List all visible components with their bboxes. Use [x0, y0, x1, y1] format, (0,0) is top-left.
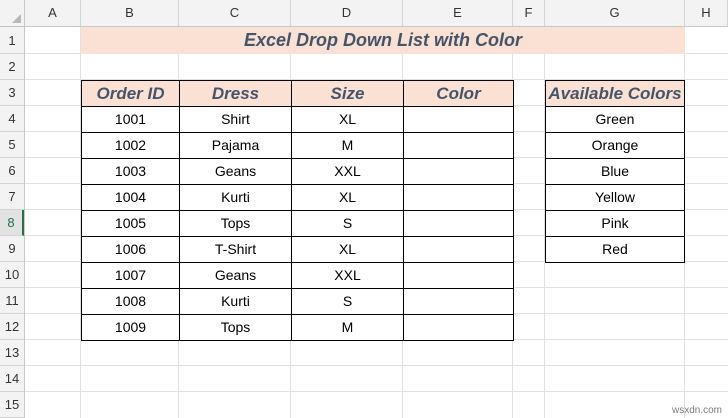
- cell-size[interactable]: XXL: [291, 158, 404, 185]
- cell-dress[interactable]: T-Shirt: [179, 236, 292, 263]
- select-all-icon: [12, 14, 21, 23]
- row-header-14[interactable]: 14: [0, 366, 24, 392]
- row-header-10[interactable]: 10: [0, 262, 24, 288]
- cell-available-color[interactable]: Red: [545, 236, 685, 263]
- cell-size[interactable]: S: [291, 288, 404, 315]
- column-header-d[interactable]: D: [291, 0, 403, 26]
- cell-available-color[interactable]: Blue: [545, 158, 685, 185]
- cell-size[interactable]: XXL: [291, 262, 404, 289]
- row-header-2[interactable]: 2: [0, 54, 24, 80]
- row-header-11[interactable]: 11: [0, 288, 24, 314]
- column-header-f[interactable]: F: [513, 0, 545, 26]
- cell-order-id[interactable]: 1009: [81, 314, 180, 341]
- spreadsheet: ABCDEFGH 1 2 3 4 5 6 7 8 9 10 11 12 13 14 15 Excel Dro…: [0, 0, 728, 418]
- cell-dress[interactable]: Pajama: [179, 132, 292, 159]
- cell-color[interactable]: [403, 158, 514, 185]
- sheet-title: Excel Drop Down List with Color: [243, 30, 522, 50]
- cell-color[interactable]: [403, 210, 514, 237]
- gridline-horizontal: [25, 391, 728, 392]
- column-header-b[interactable]: B: [81, 0, 179, 26]
- column-header-e[interactable]: E: [403, 0, 513, 26]
- cell-size[interactable]: XL: [291, 236, 404, 263]
- cell-order-id[interactable]: 1006: [81, 236, 180, 263]
- cell-available-color[interactable]: Green: [545, 106, 685, 133]
- cell-available-color[interactable]: Orange: [545, 132, 685, 159]
- cell-dress[interactable]: Geans: [179, 262, 292, 289]
- cell-color[interactable]: [403, 262, 514, 289]
- cell-size[interactable]: XL: [291, 184, 404, 211]
- row-header-3[interactable]: 3: [0, 80, 24, 106]
- header-size: Size: [291, 80, 404, 107]
- row-header-6[interactable]: 6: [0, 158, 24, 184]
- cell-order-id[interactable]: 1005: [81, 210, 180, 237]
- column-header-h[interactable]: H: [685, 0, 728, 26]
- row-header-5[interactable]: 5: [0, 132, 24, 158]
- cell-color[interactable]: [403, 288, 514, 315]
- cell-dress[interactable]: Kurti: [179, 184, 292, 211]
- cell-dress[interactable]: Tops: [179, 210, 292, 237]
- cell-dress[interactable]: Geans: [179, 158, 292, 185]
- cell-order-id[interactable]: 1007: [81, 262, 180, 289]
- row-header-8[interactable]: 8: [0, 210, 24, 236]
- cell-order-id[interactable]: 1004: [81, 184, 180, 211]
- header-order-id: Order ID: [81, 80, 180, 107]
- header-color: Color: [403, 80, 514, 107]
- cell-size[interactable]: M: [291, 132, 404, 159]
- cell-order-id[interactable]: 1003: [81, 158, 180, 185]
- cell-dress[interactable]: Kurti: [179, 288, 292, 315]
- watermark: wsxdn.com: [671, 405, 722, 416]
- cell-size[interactable]: S: [291, 210, 404, 237]
- header-available-colors: Available Colors: [545, 80, 685, 107]
- cell-order-id[interactable]: 1001: [81, 106, 180, 133]
- row-header-7[interactable]: 7: [0, 184, 24, 210]
- row-header-bar: 1 2 3 4 5 6 7 8 9 10 11 12 13 14 15: [0, 27, 25, 418]
- cell-color[interactable]: [403, 236, 514, 263]
- select-all-corner[interactable]: [0, 0, 25, 26]
- cell-size[interactable]: M: [291, 314, 404, 341]
- cell-dress[interactable]: Shirt: [179, 106, 292, 133]
- column-header-g[interactable]: G: [545, 0, 685, 26]
- cell-dress[interactable]: Tops: [179, 314, 292, 341]
- cell-color[interactable]: [403, 132, 514, 159]
- header-dress: Dress: [179, 80, 292, 107]
- column-header-a[interactable]: A: [25, 0, 81, 26]
- row-header-15[interactable]: 15: [0, 392, 24, 418]
- row-header-12[interactable]: 12: [0, 314, 24, 340]
- cell-available-color[interactable]: Yellow: [545, 184, 685, 211]
- cell-color[interactable]: [403, 314, 514, 341]
- cell-order-id[interactable]: 1002: [81, 132, 180, 159]
- cell-size[interactable]: XL: [291, 106, 404, 133]
- row-header-9[interactable]: 9: [0, 236, 24, 262]
- cell-color[interactable]: [403, 184, 514, 211]
- column-header-bar: ABCDEFGH: [0, 0, 728, 27]
- gridline-horizontal: [25, 365, 728, 366]
- row-header-4[interactable]: 4: [0, 106, 24, 132]
- column-header-c[interactable]: C: [179, 0, 291, 26]
- cell-color[interactable]: [403, 106, 514, 133]
- row-header-13[interactable]: 13: [0, 340, 24, 366]
- row-header-1[interactable]: 1: [0, 27, 24, 54]
- cell-order-id[interactable]: 1008: [81, 288, 180, 315]
- cell-available-color[interactable]: Pink: [545, 210, 685, 237]
